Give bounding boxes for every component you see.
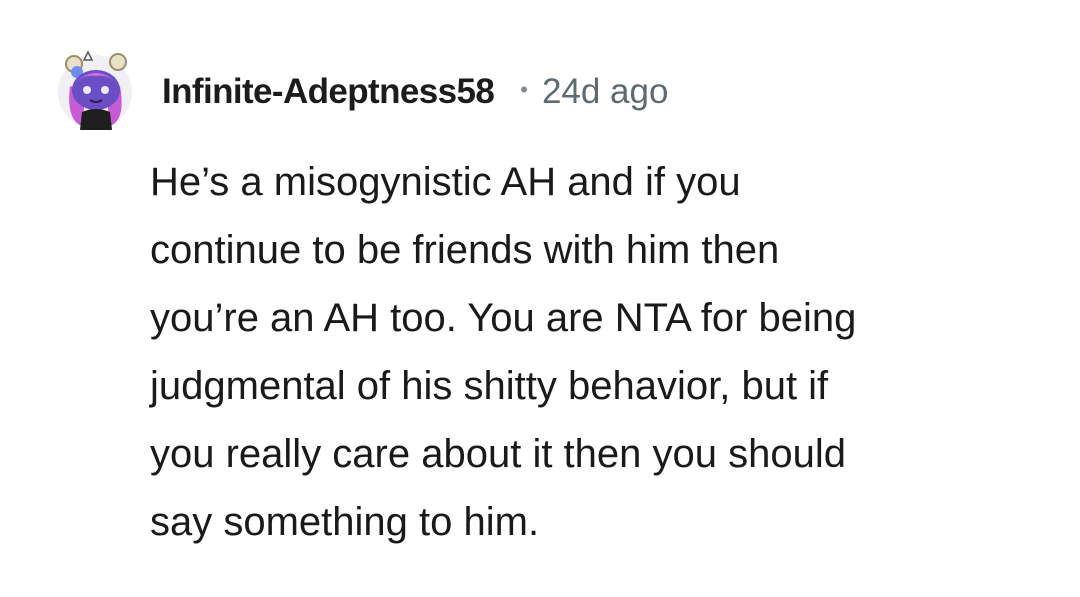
snoo-avatar-icon [58,50,132,130]
comment-body-line: say something to him. [150,500,540,544]
comment-meta: Infinite-Adeptness58 • 24d ago [162,66,668,118]
comment-body-line: continue to be friends with him then [150,228,780,272]
comment: Infinite-Adeptness58 • 24d ago He’s a mi… [0,0,1080,597]
meta-separator: • [520,77,528,102]
comment-body: He’s a misogynistic AH and if you contin… [150,148,1050,556]
user-avatar[interactable] [56,50,134,130]
comment-body-line: judgmental of his shitty behavior, but i… [150,364,829,408]
comment-body-line: you’re an AH too. You are NTA for being [150,296,857,340]
comment-body-line: He’s a misogynistic AH and if you [150,160,741,204]
username-link[interactable]: Infinite-Adeptness58 [162,72,495,112]
comment-body-line: you really care about it then you should [150,432,846,476]
comment-timestamp[interactable]: 24d ago [542,72,669,112]
